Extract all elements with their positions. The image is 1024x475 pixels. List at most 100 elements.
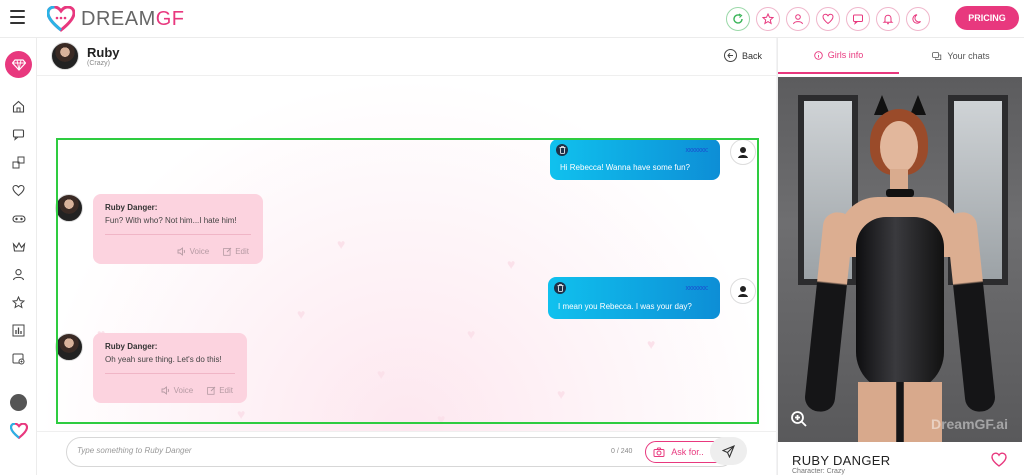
- heart-pattern-icon: ♥: [297, 306, 306, 322]
- ai-message: Ruby Danger: Oh yeah sure thing. Let's d…: [93, 333, 247, 403]
- send-button[interactable]: [710, 437, 747, 465]
- sidebar: [0, 38, 37, 475]
- user-icon[interactable]: [786, 7, 810, 31]
- moon-icon[interactable]: [906, 7, 930, 31]
- user-message: xxxxxxx: I mean you Rebecca. I was your …: [548, 277, 720, 319]
- sender-name: xxxxxxx:: [685, 285, 709, 292]
- ai-message: Ruby Danger: Fun? With who? Not him...I …: [93, 194, 263, 264]
- sender-name: Ruby Danger:: [105, 203, 158, 212]
- divider: [105, 234, 251, 235]
- info-icon: [813, 50, 823, 60]
- trash-icon[interactable]: [554, 282, 566, 294]
- tab-label: Girls info: [827, 50, 864, 60]
- logo-heart-icon[interactable]: [9, 422, 28, 439]
- edit-button[interactable]: Edit: [207, 386, 233, 395]
- message-input[interactable]: [77, 446, 517, 455]
- sender-name: Ruby Danger:: [105, 342, 158, 351]
- message-input-container: 0 / 240 Ask for..: [66, 437, 735, 467]
- speaker-icon: [161, 386, 169, 395]
- back-button[interactable]: Back: [723, 49, 762, 62]
- favorite-heart-icon[interactable]: [991, 452, 1007, 467]
- heart-pattern-icon: ♥: [467, 326, 476, 342]
- heart-pattern-icon: ♥: [557, 386, 566, 402]
- send-icon: [722, 444, 735, 458]
- character-subtitle: Character: Crazy: [792, 468, 845, 475]
- chat-header: Ruby (Crazy) Back: [37, 38, 776, 76]
- crown-icon[interactable]: [11, 239, 26, 254]
- voice-label: Voice: [173, 386, 194, 395]
- voice-button[interactable]: Voice: [161, 386, 194, 395]
- heart-pattern-icon: ♥: [437, 411, 446, 427]
- divider: [105, 373, 235, 374]
- heart-pattern-icon: ♥: [337, 236, 346, 252]
- logo[interactable]: DREAMGF: [47, 5, 185, 33]
- logo-text: DREAMGF: [81, 7, 185, 30]
- avatar: [730, 278, 756, 304]
- sender-name: xxxxxxx:: [685, 147, 709, 154]
- user-message: xxxxxxx: Hi Rebecca! Wanna have some fun…: [550, 139, 720, 180]
- figure-outfit: [856, 217, 944, 392]
- edit-icon: [207, 386, 216, 395]
- chats-icon: [932, 51, 942, 60]
- input-bar: 0 / 240 Ask for..: [37, 431, 776, 475]
- char-counter: 0 / 240: [611, 448, 633, 455]
- edit-button[interactable]: Edit: [223, 247, 249, 256]
- pricing-button[interactable]: PRICING: [955, 6, 1019, 30]
- heart-icon[interactable]: [11, 183, 26, 198]
- figure-legs: [858, 382, 942, 442]
- character-image[interactable]: DreamGF.ai: [778, 77, 1022, 442]
- gallery-icon[interactable]: [11, 155, 26, 170]
- edit-label: Edit: [235, 247, 249, 256]
- edit-icon: [223, 247, 232, 256]
- home-icon[interactable]: [11, 99, 26, 114]
- hamburger-menu-icon[interactable]: [10, 10, 25, 24]
- message-text: I mean you Rebecca. I was your day?: [558, 301, 692, 311]
- stats-icon[interactable]: [11, 323, 26, 338]
- mask-icon[interactable]: [11, 211, 26, 226]
- arrow-left-icon: [723, 49, 737, 62]
- avatar[interactable]: [51, 42, 79, 70]
- girl-info-panel: Girls info Your chats DreamGF.ai RUBY DA…: [777, 38, 1024, 475]
- star-icon[interactable]: [11, 295, 26, 310]
- bell-icon[interactable]: [876, 7, 900, 31]
- watermark: DreamGF.ai: [930, 416, 1008, 432]
- chat-icon[interactable]: [11, 127, 26, 142]
- tab-your-chats[interactable]: Your chats: [899, 38, 1023, 74]
- chat-subtitle: (Crazy): [87, 60, 110, 67]
- star-icon[interactable]: [756, 7, 780, 31]
- camera-icon: [653, 447, 665, 457]
- figure-collar: [886, 189, 914, 197]
- heart-pattern-icon: ♥: [377, 366, 386, 382]
- refresh-icon[interactable]: [726, 7, 750, 31]
- avatar: [55, 333, 83, 361]
- heart-pattern-icon: ♥: [237, 406, 246, 422]
- zoom-in-icon[interactable]: [790, 410, 808, 428]
- heart-pattern-icon: ♥: [647, 336, 656, 352]
- message-text: Fun? With who? Not him...I hate him!: [105, 216, 237, 225]
- diamond-icon[interactable]: [5, 51, 32, 78]
- image-icon[interactable]: [11, 351, 26, 366]
- avatar[interactable]: [10, 394, 27, 411]
- back-label: Back: [741, 50, 762, 61]
- voice-label: Voice: [189, 247, 210, 256]
- heart-icon[interactable]: [816, 7, 840, 31]
- user-icon[interactable]: [11, 267, 26, 282]
- ask-for-label: Ask for..: [671, 447, 704, 457]
- figure-face: [880, 121, 918, 173]
- chat-icon[interactable]: [846, 7, 870, 31]
- trash-icon[interactable]: [556, 144, 568, 156]
- character-name: RUBY DANGER: [792, 453, 891, 468]
- top-bar: DREAMGF PRICING: [0, 0, 1024, 38]
- message-text: Hi Rebecca! Wanna have some fun?: [560, 163, 690, 172]
- tab-girls-info[interactable]: Girls info: [778, 38, 899, 74]
- speaker-icon: [177, 247, 185, 256]
- logo-heart-icon: [47, 6, 75, 32]
- heart-pattern-icon: ♥: [507, 256, 516, 272]
- tab-label: Your chats: [947, 51, 990, 61]
- edit-label: Edit: [219, 386, 233, 395]
- avatar: [730, 139, 756, 165]
- voice-button[interactable]: Voice: [177, 247, 210, 256]
- avatar: [55, 194, 83, 222]
- chat-title: Ruby: [87, 45, 120, 60]
- message-text: Oh yeah sure thing. Let's do this!: [105, 355, 222, 364]
